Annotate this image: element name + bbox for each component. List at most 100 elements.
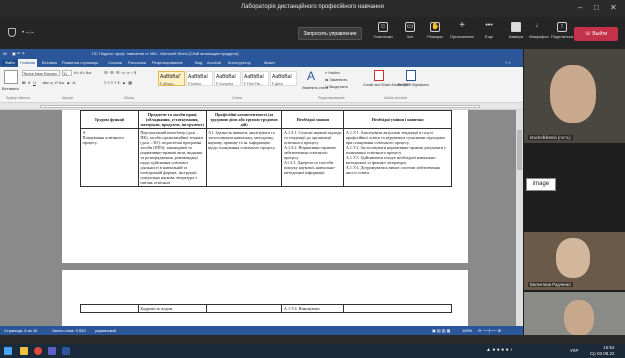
table-header: Необхідні уміння і навички [343, 110, 452, 129]
share-label: Поделиться [550, 34, 574, 39]
more-button[interactable]: ••• Еще [476, 22, 502, 39]
bold-button[interactable]: Ж [22, 80, 26, 85]
tab-acrobat[interactable]: Acrobat [207, 60, 221, 65]
font-family-value: Times New Roman [23, 71, 57, 76]
participants-button[interactable]: ☺ Участники [370, 22, 396, 39]
style-first-par[interactable]: AaBbBaI ¶ First Par... [242, 71, 269, 86]
style-sample: AaBbBaI [188, 74, 208, 80]
meeting-toolbar: • –:– Запросить управление ☺ Участники ▭ Ч… [0, 17, 625, 49]
tab-view[interactable]: Вид [195, 60, 202, 65]
style-normal[interactable]: AaBbBaГ ¶ Абзац... [158, 71, 185, 86]
style-name: ¶ Дата [272, 82, 283, 86]
table-cell[interactable]: А.1.У.4. Виконувати [281, 304, 345, 313]
save-icon[interactable]: ▣ ↶ ↷ [12, 51, 25, 56]
ruler[interactable] [0, 103, 523, 110]
document-area[interactable]: Трудові функції Предмети та засоби праці… [0, 110, 523, 326]
meeting-title: Лабораторія дистанційного професійного н… [241, 4, 384, 10]
participant-video [556, 238, 590, 278]
tab-references[interactable]: Ссылки [108, 60, 122, 65]
camera-icon [511, 22, 521, 32]
table-cell[interactable]: А.1.З.1. Сучасні наукові підходи та тенд… [281, 128, 345, 187]
font-size-select[interactable]: 11 [62, 70, 72, 76]
ribbon: Вставить Times New Roman 11 A˄ A˅ Aa· Ж … [0, 67, 523, 103]
table-cell[interactable]: Персональний комп'ютер (далі – ПК), засо… [137, 128, 207, 187]
zoom-slider[interactable]: ⊖ ──┼── ⊕ [478, 328, 501, 333]
table-header-row: Трудові функції Предмети та засоби праці… [80, 110, 452, 129]
maximize-icon[interactable]: □ [594, 3, 599, 12]
style-date[interactable]: AaBbBaI ¶ Дата [270, 71, 297, 86]
chat-label: Чат [406, 34, 414, 39]
status-bar: Страница: 6 из 16 Число слов: 3 533 укра… [0, 326, 523, 335]
table-row: Кадровість подим А.1.У.4. Виконувати [80, 304, 452, 313]
request-control-button[interactable]: Запросить управление [298, 27, 362, 40]
participant-video [550, 65, 596, 123]
tab-layout[interactable]: Макет [264, 60, 275, 65]
word-count[interactable]: Число слов: 3 533 [52, 328, 86, 333]
grow-font-icon[interactable]: A˄ A˅ Aa· [74, 70, 92, 75]
input-language[interactable]: УКР [570, 348, 578, 353]
tray-icons[interactable]: ▲ ● ● ● ● ♪ [486, 347, 512, 353]
ruler-track [40, 105, 480, 108]
participant-tile[interactable]: Валентина Радченко [524, 232, 625, 290]
chrome-icon[interactable] [34, 347, 42, 355]
teams-icon[interactable] [48, 347, 56, 355]
paste-button[interactable]: Вставить [2, 86, 19, 91]
view-buttons-icon[interactable]: ▣ ▤ ▥ ▦ [432, 328, 450, 333]
share-button[interactable]: ↑ Поделиться [549, 22, 575, 39]
chat-button[interactable]: ▭ Чат [397, 22, 423, 39]
replace-button[interactable]: ⇆ Заменить [325, 77, 347, 82]
style-author[interactable]: AaBbBaI ¶ Author [186, 71, 213, 86]
tab-review[interactable]: Рецензирование [152, 60, 183, 65]
clock[interactable]: 15:54 Ср 03.08.22 [590, 345, 615, 356]
align-icon[interactable]: ≡ ≡ ≡ ≡ ‖· ▲· ▦· [104, 80, 133, 85]
start-icon[interactable] [4, 347, 12, 355]
close-icon[interactable]: ✕ [610, 3, 617, 12]
style-compact[interactable]: AaBbBaI ¶ Compact [214, 71, 241, 86]
table-cell[interactable] [343, 304, 452, 313]
competence-table-continued: Кадровість подим А.1.У.4. Виконувати [80, 304, 452, 313]
shield-icon [8, 28, 16, 37]
paste-icon[interactable] [4, 70, 18, 84]
tab-file[interactable]: Файл [2, 60, 18, 65]
find-button[interactable]: ⌕ Найти [325, 70, 340, 75]
apps-button[interactable]: + Приложения [449, 21, 475, 40]
clock-date: Ср 03.08.22 [590, 350, 615, 356]
underline-button[interactable]: Ч [33, 80, 36, 85]
image-tooltip: image [526, 178, 556, 191]
window-bottom [0, 335, 625, 344]
participant-tile[interactable]: krachelkiktoria (гость) [524, 49, 625, 143]
leave-label: Выйти [592, 31, 608, 37]
request-signatures-button[interactable]: Request Signatures [398, 83, 429, 87]
ribbon-tabs: Файл Главная Вставка Разметка страницы С… [0, 59, 523, 67]
help-icon[interactable]: ? ▿ [505, 60, 510, 65]
page-count[interactable]: Страница: 6 из 16 [4, 328, 37, 333]
table-cell[interactable]: А Планування освітнього процесу. [80, 128, 139, 187]
tab-home[interactable]: Главная [18, 59, 38, 67]
tab-insert[interactable]: Вставка [42, 60, 57, 65]
table-cell[interactable]: А.1.У.1. Аналізувати актуальні тенденції… [343, 128, 452, 187]
scrollbar-thumb[interactable] [517, 130, 522, 170]
select-button[interactable]: ⇲ Выделить [325, 84, 348, 89]
explorer-icon[interactable] [20, 347, 28, 355]
bullets-icon[interactable]: ☰· ☰· ☰· ⇐ ⇒ ↕ ¶ [104, 70, 136, 75]
font-family-select[interactable]: Times New Roman [22, 70, 60, 76]
tab-page-layout[interactable]: Разметка страницы [62, 60, 98, 65]
italic-button[interactable]: К [28, 80, 30, 85]
reactions-icon: ✋ [430, 22, 440, 32]
reactions-button[interactable]: ✋ Реакции [422, 22, 448, 39]
table-cell[interactable] [80, 304, 139, 313]
table-cell[interactable]: Кадровість подим [137, 304, 207, 313]
word-icon[interactable] [62, 347, 70, 355]
language[interactable]: украинский [95, 328, 116, 333]
word-window: W ▣ ↶ ↷ ПС Педагог проф. навчання ст MM … [0, 49, 523, 335]
change-styles-icon[interactable]: A [307, 69, 315, 83]
table-cell[interactable] [205, 304, 283, 313]
tab-design[interactable]: Конструктор [228, 60, 251, 65]
tab-mailings[interactable]: Рассылки [128, 60, 146, 65]
font-effects-icon[interactable]: · abc x₂ x² Aa· ▲· A· [40, 80, 76, 85]
leave-button[interactable]: ☏ Выйти [574, 27, 618, 41]
minimize-icon[interactable]: – [578, 3, 582, 12]
vertical-scrollbar[interactable] [516, 110, 523, 326]
zoom-level[interactable]: 100% [462, 328, 472, 333]
table-cell[interactable]: А1. Здатність вивчати, аналізувати та за… [205, 128, 283, 187]
